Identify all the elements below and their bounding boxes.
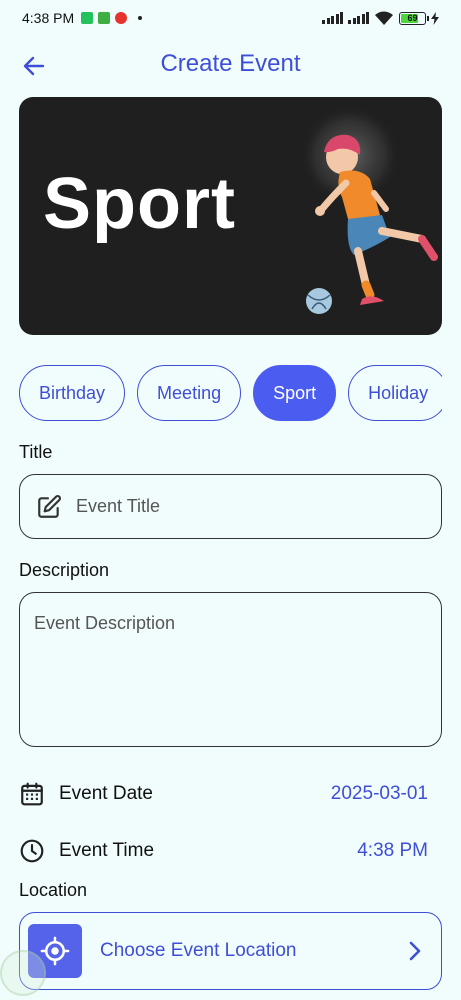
choose-location-button[interactable]: Choose Event Location [19, 912, 442, 990]
more-notifications-icon [138, 16, 143, 20]
signal-icon [348, 12, 369, 24]
event-date-row[interactable]: Event Date 2025-03-01 [19, 779, 442, 809]
edit-icon [38, 494, 61, 518]
battery-icon: 69 [399, 11, 429, 25]
title-placeholder: Event Title [76, 496, 161, 516]
soccer-player-illustration [300, 105, 438, 314]
event-time-label: Event Time [59, 840, 155, 861]
category-banner: Sport [19, 97, 442, 335]
app-header: Create Event [0, 40, 461, 90]
event-date-label: Event Date [59, 783, 153, 804]
category-chips: Birthday Meeting Sport Holiday [19, 365, 442, 422]
status-time: 4:38 PM [22, 10, 75, 26]
whatsapp-icon [81, 12, 94, 24]
chip-birthday[interactable]: Birthday [19, 365, 126, 421]
title-input[interactable]: Event Title [19, 474, 442, 539]
choose-location-label: Choose Event Location [100, 940, 297, 961]
calendar-icon [21, 782, 43, 806]
notification-icon [98, 12, 111, 24]
clock-icon [20, 839, 44, 863]
floating-badge [0, 950, 46, 996]
location-target-icon [40, 936, 70, 966]
charging-icon [431, 11, 439, 25]
title-label: Title [19, 442, 53, 462]
chevron-right-icon [407, 940, 423, 962]
description-input[interactable]: Event Description [19, 592, 442, 747]
chip-holiday[interactable]: Holiday [348, 365, 442, 421]
location-label: Location [19, 880, 88, 900]
status-left: 4:38 PM [22, 10, 143, 26]
battery-level: 69 [407, 13, 418, 23]
record-icon [115, 12, 128, 24]
description-placeholder: Event Description [34, 613, 176, 633]
banner-word: Sport [43, 164, 236, 244]
event-time-row[interactable]: Event Time 4:38 PM [19, 836, 442, 866]
event-time-value[interactable]: 4:38 PM [357, 840, 428, 862]
page-title: Create Event [160, 50, 301, 77]
wifi-icon [375, 11, 393, 25]
description-label: Description [19, 560, 110, 580]
status-right: 69 [322, 11, 439, 26]
chip-sport[interactable]: Sport [253, 365, 337, 421]
chip-meeting[interactable]: Meeting [137, 365, 242, 421]
signal-icon [322, 12, 343, 24]
status-bar: 4:38 PM 69 [0, 0, 461, 36]
event-date-value[interactable]: 2025-03-01 [331, 783, 428, 805]
